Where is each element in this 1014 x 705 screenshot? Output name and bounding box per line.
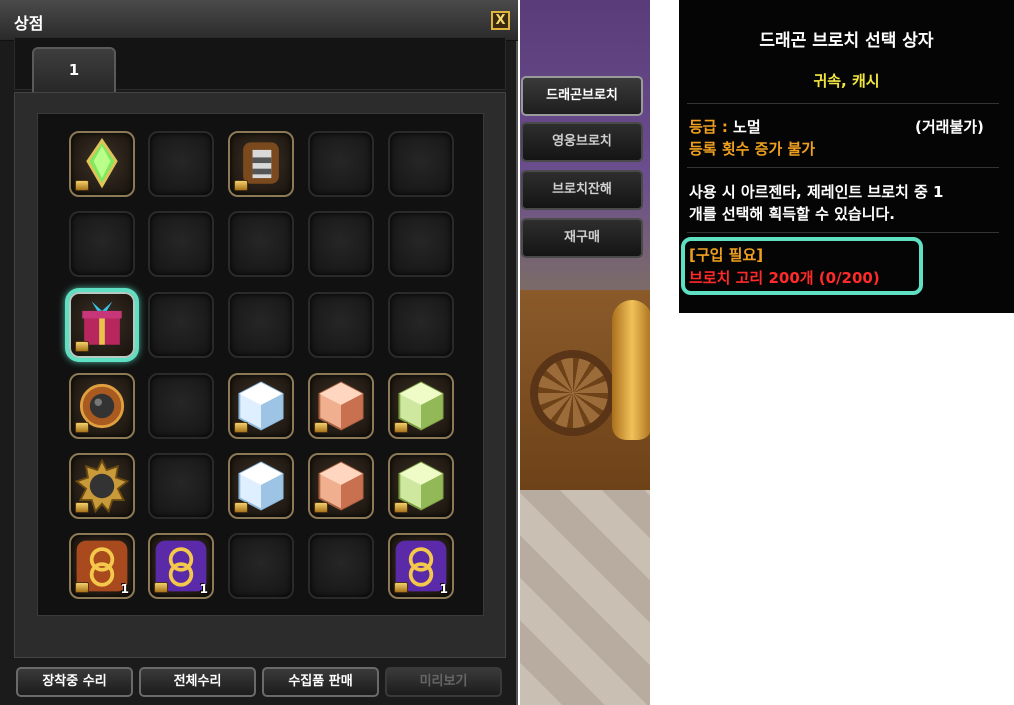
empty-item-slot[interactable] (148, 292, 214, 358)
empty-item-slot[interactable] (388, 131, 454, 197)
cash-chest-icon (75, 341, 89, 352)
item-slot-lime-cube[interactable] (388, 373, 454, 439)
stone-floor (520, 490, 650, 705)
preview-button[interactable]: 미리보기 (385, 667, 502, 697)
item-quantity: 1 (120, 582, 129, 596)
item-slot-emerald-gem[interactable] (69, 131, 135, 197)
page-tab-1[interactable]: 1 (32, 47, 116, 95)
tooltip-title: 드래곤 브로치 선택 상자 (759, 31, 934, 51)
cart-wheel (530, 350, 616, 436)
tooltip-grade: 등급 : 노멀 (689, 116, 761, 137)
cash-chest-icon (234, 502, 248, 513)
empty-item-slot[interactable] (148, 211, 214, 277)
item-tooltip: 드래곤 브로치 선택 상자 귀속, 캐시 등급 : 노멀 (거래불가) 등록 횟… (679, 0, 1014, 313)
item-quantity: 1 (439, 582, 448, 596)
tooltip-divider (687, 232, 999, 233)
cash-chest-icon (75, 502, 89, 513)
tooltip-binding: 귀속, 캐시 (813, 72, 880, 90)
tooltip-description-line1: 사용 시 아르젠타, 제레인트 브로치 중 1 (689, 183, 944, 201)
shop-title-bar[interactable]: 상점 (0, 0, 518, 41)
cash-chest-icon (154, 582, 168, 593)
item-slot-brooch-armor[interactable] (228, 131, 294, 197)
cash-chest-icon (394, 582, 408, 593)
cash-chest-icon (75, 422, 89, 433)
cash-chest-icon (314, 502, 328, 513)
tooltip-trade-status: (거래불가) (915, 118, 984, 136)
empty-item-slot[interactable] (308, 131, 374, 197)
item-slot-spiked-bomb-brooch[interactable] (69, 453, 135, 519)
empty-item-slot[interactable] (228, 533, 294, 599)
empty-item-slot[interactable] (388, 292, 454, 358)
category-tab-brooch-remnant[interactable]: 브로치잔해 (521, 170, 643, 210)
empty-item-slot[interactable] (228, 292, 294, 358)
cash-chest-icon (394, 422, 408, 433)
item-slot-lime-cube[interactable] (388, 453, 454, 519)
sell-collectibles-button[interactable]: 수집품 판매 (262, 667, 379, 697)
item-slot-ice-cube[interactable] (228, 453, 294, 519)
category-tab-hero-brooch[interactable]: 영웅브로치 (521, 122, 643, 162)
grade-label: 등급 : (689, 118, 734, 136)
item-slot-copper-cube[interactable] (308, 453, 374, 519)
item-slot-gift-box[interactable] (69, 292, 135, 358)
cash-chest-icon (394, 502, 408, 513)
close-button[interactable]: X (491, 11, 510, 30)
empty-item-slot[interactable] (148, 131, 214, 197)
cash-chest-icon (234, 422, 248, 433)
shop-title: 상점 (14, 14, 44, 33)
item-slot-copper-cube[interactable] (308, 373, 374, 439)
item-slot-ice-cube[interactable] (228, 373, 294, 439)
item-slot-brooch-ring-purple[interactable]: 1 (148, 533, 214, 599)
item-quantity: 1 (199, 582, 208, 596)
item-slot-brooch-ring-purple[interactable]: 1 (388, 533, 454, 599)
empty-item-slot[interactable] (308, 211, 374, 277)
cash-chest-icon (234, 180, 248, 191)
empty-item-slot[interactable] (148, 453, 214, 519)
requirement-highlight (681, 237, 923, 295)
cash-chest-icon (314, 422, 328, 433)
shop-window: 상점 X 1 1 1 1 장착중 수리 전체수리 수집품 판매 미리보기 (0, 0, 518, 705)
tooltip-divider (687, 167, 999, 168)
item-slot-brooch-ring[interactable]: 1 (69, 533, 135, 599)
repair-all-button[interactable]: 전체수리 (139, 667, 256, 697)
cash-chest-icon (75, 582, 89, 593)
repair-equipped-button[interactable]: 장착중 수리 (16, 667, 133, 697)
cash-chest-icon (75, 180, 89, 191)
empty-item-slot[interactable] (148, 373, 214, 439)
category-tab-rebuy[interactable]: 재구매 (521, 218, 643, 258)
tooltip-divider (687, 103, 999, 104)
grade-value: 노멀 (733, 118, 761, 136)
empty-item-slot[interactable] (308, 533, 374, 599)
golden-vase (612, 300, 650, 440)
item-slot-bomb-brooch[interactable] (69, 373, 135, 439)
empty-item-slot[interactable] (228, 211, 294, 277)
category-tab-dragon-brooch[interactable]: 드래곤브로치 (521, 76, 643, 116)
empty-item-slot[interactable] (69, 211, 135, 277)
tooltip-description-line2: 개를 선택해 획득할 수 있습니다. (689, 205, 895, 223)
empty-item-slot[interactable] (308, 292, 374, 358)
tooltip-register-limit: 등록 횟수 증가 불가 (689, 140, 816, 158)
empty-item-slot[interactable] (388, 211, 454, 277)
